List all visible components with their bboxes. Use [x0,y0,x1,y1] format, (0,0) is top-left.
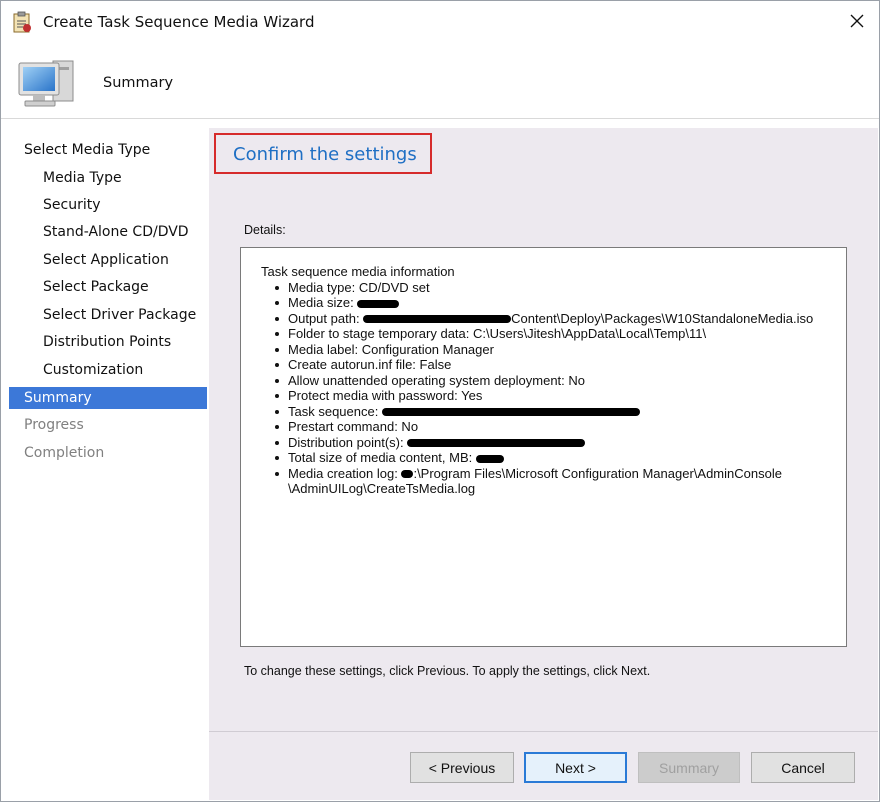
detail-staging-folder: Folder to stage temporary data: C:\Users… [274,326,813,342]
nav-step-select-application[interactable]: Select Application [43,249,169,271]
close-icon [850,13,864,32]
details-content: Task sequence media information Media ty… [261,264,813,497]
content-pane: Confirm the settings Details: Task seque… [209,128,878,800]
nav-step-customization[interactable]: Customization [43,359,143,381]
detail-prestart: Prestart command: No [274,419,813,435]
computer-monitor-icon [17,53,81,113]
nav-step-stand-alone-cd-dvd[interactable]: Stand-Alone CD/DVD [43,221,189,243]
instructions-text: To change these settings, click Previous… [244,664,651,678]
redaction-mark [381,408,640,417]
wizard-window: Create Task Sequence Media Wizard Summar… [0,0,880,802]
details-header: Task sequence media information [261,264,455,279]
wizard-steps-nav: Select Media Type Media Type Security St… [9,129,207,799]
nav-step-media-type[interactable]: Media Type [43,167,122,189]
detail-media-type: Media type: CD/DVD set [274,280,813,296]
wizard-header: Summary [1,43,879,119]
detail-distribution-points: Distribution point(s): [274,435,813,451]
cancel-button[interactable]: Cancel [751,752,855,783]
detail-output-path: Output path: Content\Deploy\Packages\W10… [274,310,814,326]
detail-password: Protect media with password: Yes [274,388,813,404]
nav-step-progress: Progress [24,417,84,433]
close-button[interactable] [839,5,875,39]
details-textbox[interactable]: Task sequence media information Media ty… [240,247,847,647]
next-button[interactable]: Next > [524,752,627,783]
nav-step-select-driver-package[interactable]: Select Driver Package [43,304,196,326]
nav-step-summary[interactable]: Summary [9,387,207,409]
redaction-mark [475,454,504,463]
nav-step-distribution-points[interactable]: Distribution Points [43,331,171,353]
detail-creation-log: Media creation log: :\Program Files\Micr… [274,466,813,482]
previous-button[interactable]: < Previous [410,752,514,783]
detail-media-size: Media size: [274,295,813,311]
header-title: Summary [103,75,174,91]
detail-autorun: Create autorun.inf file: False [274,357,813,373]
window-title: Create Task Sequence Media Wizard [43,13,315,31]
nav-step-select-package[interactable]: Select Package [43,276,149,298]
page-title-highlight: Confirm the settings [214,133,432,174]
wizard-clipboard-icon [11,11,33,33]
details-label: Details: [244,223,286,237]
details-list: Media type: CD/DVD set Media size: Outpu… [261,280,813,482]
detail-total-size: Total size of media content, MB: [274,450,813,466]
title-bar: Create Task Sequence Media Wizard [1,1,879,43]
summary-button: Summary [638,752,740,783]
redaction-mark [401,470,414,479]
detail-task-sequence: Task sequence: [274,404,813,420]
detail-unattended: Allow unattended operating system deploy… [274,373,813,389]
button-divider [209,731,878,732]
nav-step-select-media-type[interactable]: Select Media Type [24,139,150,161]
redaction-mark [407,439,586,448]
detail-creation-log-continued: \AdminUILog\CreateTsMedia.log [288,481,476,496]
redaction-mark [357,299,400,308]
nav-step-completion: Completion [24,445,105,461]
redaction-mark [363,315,512,324]
page-title: Confirm the settings [233,144,417,165]
nav-step-security[interactable]: Security [43,194,101,216]
detail-media-label: Media label: Configuration Manager [274,342,813,358]
